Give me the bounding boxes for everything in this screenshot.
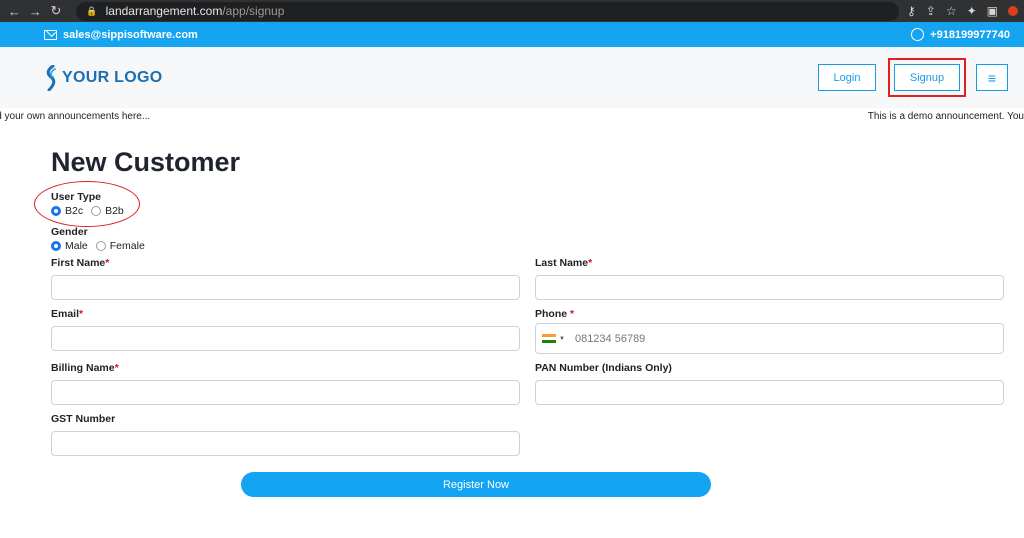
reload-icon[interactable]: ↻ xyxy=(48,2,65,20)
lock-icon: 🔒 xyxy=(86,5,98,16)
sidepanel-icon[interactable]: ▣ xyxy=(987,4,998,18)
phone-field: Phone * ▼ 081234 56789 xyxy=(535,308,1004,354)
contact-email-text: sales@sippisoftware.com xyxy=(63,28,198,41)
signup-form: New Customer User Type B2c B2b Gender Ma… xyxy=(0,147,1024,464)
signup-button[interactable]: Signup xyxy=(894,64,960,91)
whatsapp-icon xyxy=(911,28,925,41)
contact-email[interactable]: sales@sippisoftware.com xyxy=(44,29,198,41)
form-fields-grid: First Name* Last Name* Email* Phone * ▼ … xyxy=(51,257,1024,464)
url-domain: landarrangement.com xyxy=(105,4,223,18)
menu-button[interactable]: ≡ xyxy=(976,64,1008,91)
announcement-bar: ld your own announcements here... This i… xyxy=(0,108,1024,125)
gender-group: Gender Male Female xyxy=(51,226,1024,252)
gst-number-label: GST Number xyxy=(51,413,116,425)
first-name-input[interactable] xyxy=(51,275,520,300)
email-required-mark: * xyxy=(79,308,84,320)
email-field: Email* xyxy=(51,308,520,354)
share-icon[interactable]: ⇪ xyxy=(926,4,936,18)
india-flag-icon[interactable] xyxy=(542,333,556,344)
first-name-required-mark: * xyxy=(105,257,110,269)
url-path: /app/signup xyxy=(222,4,285,18)
phone-required-mark: * xyxy=(570,308,575,320)
back-arrow-icon[interactable]: ← xyxy=(6,2,23,20)
contact-phone[interactable]: +918199977740 xyxy=(911,28,1010,41)
billing-name-required-mark: * xyxy=(114,362,119,374)
profile-avatar[interactable] xyxy=(1008,6,1018,16)
site-header: YOUR LOGO Login Signup ≡ xyxy=(0,47,1024,108)
phone-label: Phone xyxy=(535,308,571,320)
pan-number-input[interactable] xyxy=(535,380,1004,405)
contact-bar: sales@sippisoftware.com +918199977740 xyxy=(0,22,1024,47)
page-title: New Customer xyxy=(51,147,241,177)
radio-female-label[interactable]: Female xyxy=(110,240,145,252)
gst-number-input[interactable] xyxy=(51,431,520,456)
logo-mark-icon xyxy=(46,64,56,91)
browser-toolbar: ← → ↻ 🔒 landarrangement.com/app/signup ⚷… xyxy=(0,0,1024,22)
star-icon[interactable]: ☆ xyxy=(946,4,957,18)
email-label: Email xyxy=(51,308,80,320)
last-name-input[interactable] xyxy=(535,275,1004,300)
gst-number-field: GST Number xyxy=(51,413,520,456)
country-dropdown-caret-icon[interactable]: ▼ xyxy=(559,336,565,342)
pan-number-label: PAN Number (Indians Only) xyxy=(535,362,672,374)
extensions-icon[interactable]: ✦ xyxy=(967,4,977,18)
billing-name-field: Billing Name* xyxy=(51,362,520,405)
radio-b2c[interactable] xyxy=(51,206,61,216)
user-type-group: User Type B2c B2b xyxy=(34,181,141,227)
login-button[interactable]: Login xyxy=(818,64,876,91)
forward-arrow-icon[interactable]: → xyxy=(27,2,44,20)
phone-placeholder: 081234 56789 xyxy=(574,332,646,345)
logo-text: YOUR LOGO xyxy=(62,68,163,86)
last-name-required-mark: * xyxy=(588,257,593,269)
email-input[interactable] xyxy=(51,326,520,351)
pan-number-field: PAN Number (Indians Only) xyxy=(535,362,1004,405)
radio-female[interactable] xyxy=(95,241,106,251)
signup-highlight-box: Signup xyxy=(888,58,966,97)
contact-phone-text: +918199977740 xyxy=(930,28,1010,41)
billing-name-input[interactable] xyxy=(51,380,520,405)
address-bar[interactable]: 🔒 landarrangement.com/app/signup xyxy=(76,1,899,21)
mail-icon xyxy=(44,29,57,40)
logo[interactable]: YOUR LOGO xyxy=(44,64,163,91)
key-icon[interactable]: ⚷ xyxy=(907,4,916,18)
register-now-button[interactable]: Register Now xyxy=(241,472,711,497)
announcement-right: This is a demo announcement. You xyxy=(867,111,1024,122)
first-name-field: First Name* xyxy=(51,257,520,300)
user-type-highlight-ellipse xyxy=(34,181,140,227)
phone-input[interactable]: ▼ 081234 56789 xyxy=(535,323,1004,354)
first-name-label: First Name xyxy=(51,257,106,269)
last-name-label: Last Name xyxy=(535,257,589,269)
announcement-left: ld your own announcements here... xyxy=(0,111,151,122)
register-row: Register Now xyxy=(0,472,1024,497)
last-name-field: Last Name* xyxy=(535,257,1004,300)
billing-name-label: Billing Name xyxy=(51,362,115,374)
radio-male[interactable] xyxy=(51,241,61,251)
radio-male-label[interactable]: Male xyxy=(65,240,88,252)
gender-label: Gender xyxy=(51,226,88,238)
